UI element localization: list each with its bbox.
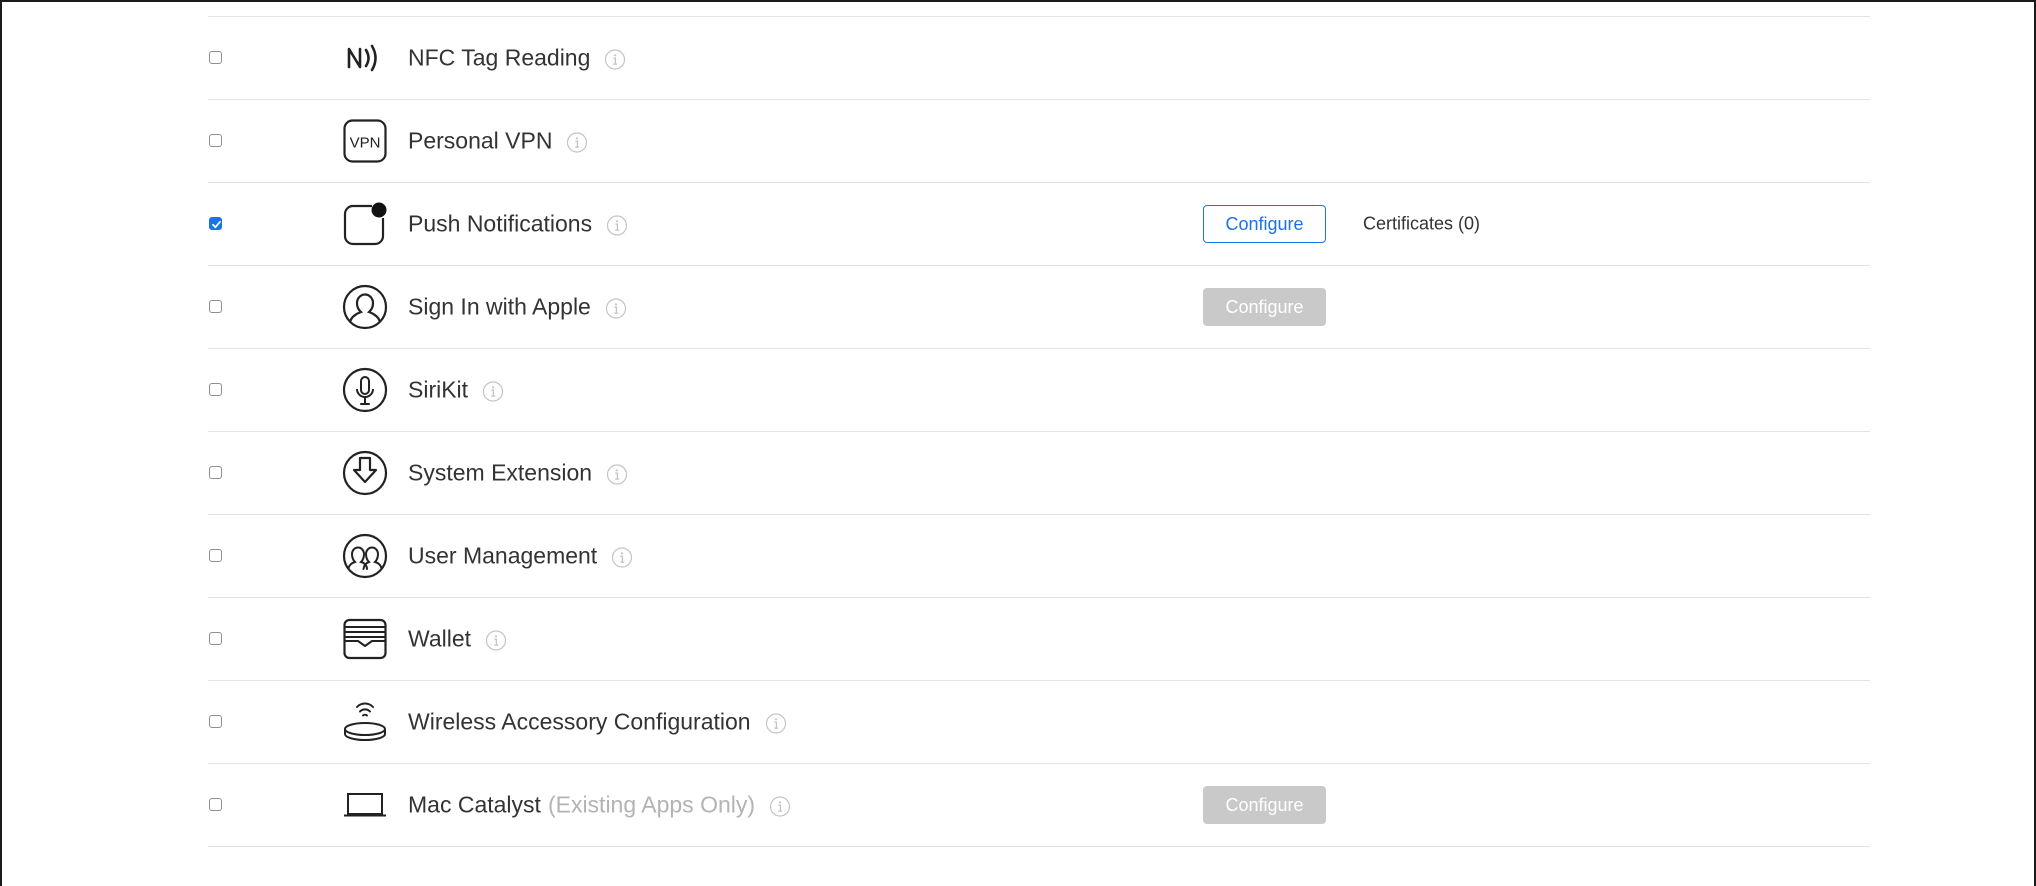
wireless-accessory-icon	[342, 699, 388, 745]
capability-checkbox[interactable]	[209, 798, 222, 811]
capability-name: NFC Tag Reading	[408, 44, 591, 71]
capability-checkbox[interactable]	[209, 300, 222, 313]
capability-row-mac-catalyst: Mac Catalyst (Existing Apps Only) Config…	[208, 764, 1870, 847]
capability-row-sign-in-with-apple: Sign In with Apple Configure	[208, 266, 1870, 349]
vpn-icon: VPN	[342, 118, 388, 164]
capability-name: Wallet	[408, 625, 472, 652]
capability-checkbox[interactable]	[209, 715, 222, 728]
download-arrow-icon	[342, 450, 388, 496]
capability-checkbox[interactable]	[209, 549, 222, 562]
capability-label: Personal VPN	[408, 128, 588, 155]
capability-checkbox[interactable]	[209, 383, 222, 396]
capability-name: SiriKit	[408, 376, 469, 403]
capability-name: Push Notifications	[408, 210, 593, 237]
info-icon[interactable]	[765, 712, 787, 734]
capability-label: NFC Tag Reading	[408, 45, 626, 72]
info-icon[interactable]	[605, 297, 627, 319]
capability-name: Wireless Accessory Configuration	[408, 708, 751, 735]
capability-checkbox[interactable]	[209, 51, 222, 64]
capability-row-system-extension: System Extension	[208, 432, 1870, 515]
capability-label: Wallet	[408, 626, 507, 653]
capability-checkbox[interactable]	[209, 466, 222, 479]
info-icon[interactable]	[604, 48, 626, 70]
person-icon	[342, 284, 388, 330]
info-icon[interactable]	[606, 214, 628, 236]
capability-name: User Management	[408, 542, 598, 569]
capability-checkbox[interactable]	[209, 134, 222, 147]
microphone-icon	[342, 367, 388, 413]
capability-label: Sign In with Apple	[408, 294, 627, 321]
capability-checkbox[interactable]	[209, 632, 222, 645]
vpn-icon-text: VPN	[350, 135, 381, 152]
users-icon	[342, 533, 388, 579]
capability-name: Personal VPN	[408, 127, 553, 154]
capability-row-nfc: NFC Tag Reading	[208, 17, 1870, 100]
capability-label: User Management	[408, 543, 633, 570]
capability-note: (Existing Apps Only)	[547, 791, 756, 818]
laptop-icon	[342, 782, 388, 828]
info-icon[interactable]	[606, 463, 628, 485]
configure-button[interactable]: Configure	[1203, 205, 1326, 243]
capability-row-wallet: Wallet	[208, 598, 1870, 681]
info-icon[interactable]	[482, 380, 504, 402]
wallet-icon	[342, 616, 388, 662]
certificates-count[interactable]: Certificates (0)	[1363, 214, 1480, 235]
capability-name: System Extension	[408, 459, 593, 486]
info-icon[interactable]	[769, 795, 791, 817]
info-icon[interactable]	[611, 546, 633, 568]
capability-label: Wireless Accessory Configuration	[408, 709, 787, 736]
push-notification-icon	[342, 201, 388, 247]
capability-row-sirikit: SiriKit	[208, 349, 1870, 432]
capability-name: Sign In with Apple	[408, 293, 591, 320]
info-icon[interactable]	[485, 629, 507, 651]
capability-label: SiriKit	[408, 377, 504, 404]
info-icon[interactable]	[566, 131, 588, 153]
capability-checkbox[interactable]	[209, 217, 222, 230]
capability-row-vpn: VPN Personal VPN	[208, 100, 1870, 183]
nfc-icon	[342, 35, 388, 81]
capability-row-push: Push Notifications Configure Certificate…	[208, 183, 1870, 266]
capability-row-wireless-accessory: Wireless Accessory Configuration	[208, 681, 1870, 764]
capability-name: Mac Catalyst	[408, 791, 541, 818]
capability-label: Push Notifications	[408, 211, 628, 238]
configure-button[interactable]: Configure	[1203, 786, 1326, 824]
configure-button[interactable]: Configure	[1203, 288, 1326, 326]
capability-label: Mac Catalyst (Existing Apps Only)	[408, 792, 791, 819]
capability-label: System Extension	[408, 460, 628, 487]
capability-row-user-management: User Management	[208, 515, 1870, 598]
